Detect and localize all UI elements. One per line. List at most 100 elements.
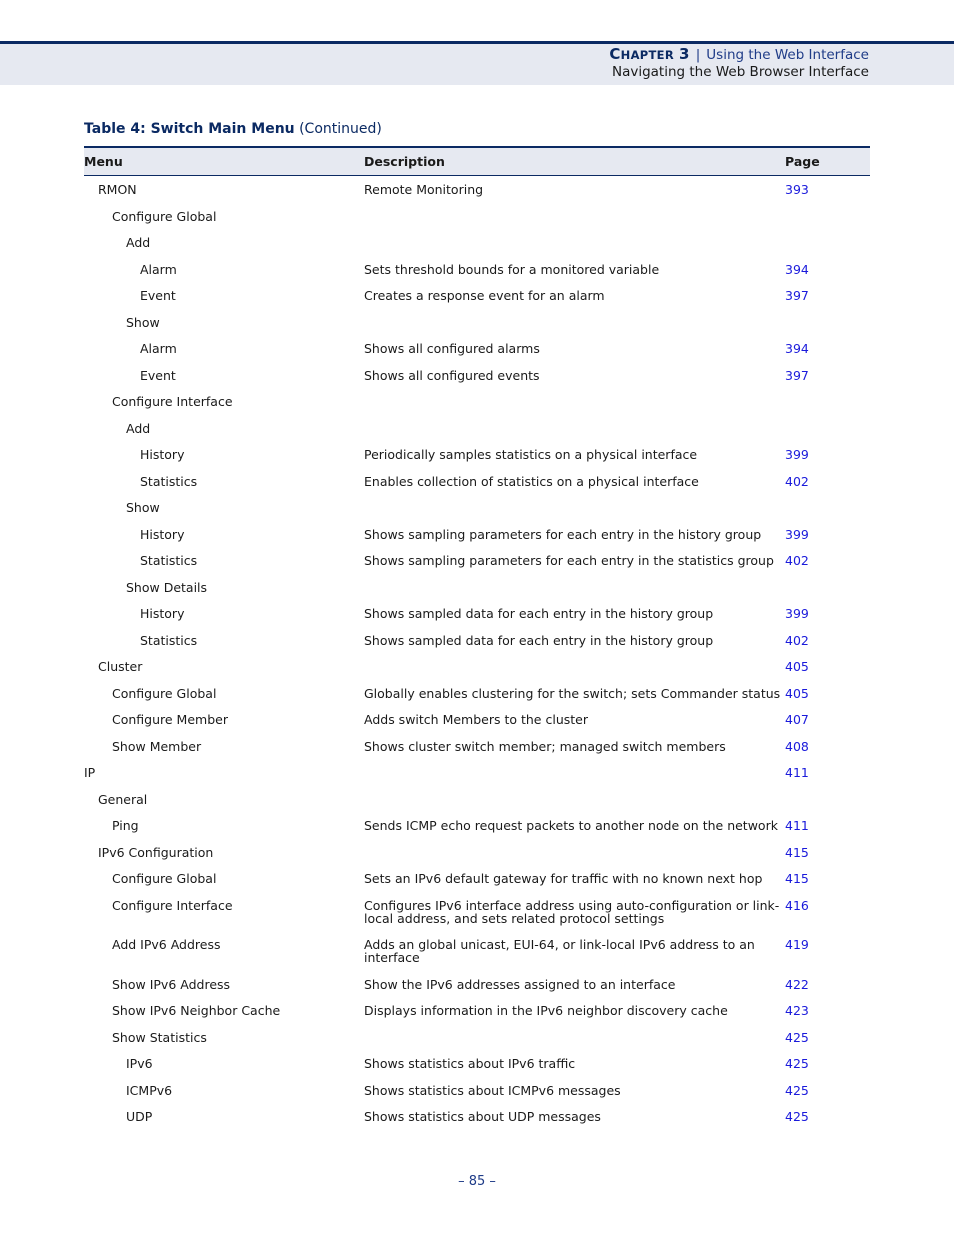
page-link[interactable]: 425: [785, 1083, 809, 1098]
page-link[interactable]: 416: [785, 898, 809, 913]
description-cell: Sends ICMP echo request packets to anoth…: [364, 818, 778, 833]
page-link[interactable]: 402: [785, 553, 809, 568]
menu-cell: History: [140, 447, 185, 462]
description-cell: [364, 203, 785, 230]
description-cell: Show the IPv6 addresses assigned to an i…: [364, 976, 676, 992]
menu-cell: Show IPv6 Neighbor Cache: [112, 1003, 281, 1018]
page-link[interactable]: 394: [785, 341, 809, 356]
table-row: General: [84, 786, 870, 813]
description-cell: Shows statistics about IPv6 traffic: [364, 1056, 576, 1071]
table-row: Configure Global: [84, 203, 870, 230]
page-cell: [785, 415, 870, 442]
page-link[interactable]: 393: [785, 182, 809, 197]
menu-cell: Configure Interface: [112, 897, 233, 913]
menu-cell: IPv6: [126, 1056, 153, 1071]
page-cell: [785, 388, 870, 415]
menu-cell: Statistics: [140, 632, 198, 648]
chapter-label: CHAPTER 3: [609, 45, 690, 63]
page-cell: 425: [785, 1077, 870, 1104]
page-cell: 408: [785, 733, 870, 760]
menu-cell: Alarm: [140, 341, 177, 356]
menu-cell: Add: [126, 235, 151, 250]
column-header-page: Page: [785, 146, 870, 176]
table-row: RMON Remote Monitoring 393: [84, 176, 870, 203]
page-link[interactable]: 419: [785, 937, 809, 952]
description-cell: [364, 574, 785, 601]
page-cell: [785, 494, 870, 521]
chapter-title: Using the Web Interface: [706, 47, 869, 63]
table-row: Add: [84, 229, 870, 256]
table-row: Add: [84, 415, 870, 442]
page-link[interactable]: 411: [785, 765, 809, 780]
menu-cell: Configure Interface: [112, 394, 233, 409]
page-link[interactable]: 405: [785, 659, 809, 674]
description-cell: Sets an IPv6 default gateway for traffic…: [364, 871, 763, 886]
table-row: ICMPv6 Shows statistics about ICMPv6 mess…: [84, 1077, 870, 1104]
description-cell: Remote Monitoring: [364, 182, 484, 197]
table-caption-label: Table 4: Switch Main Menu: [84, 121, 295, 137]
description-cell: [364, 653, 785, 680]
description-cell: [364, 415, 785, 442]
page-link[interactable]: 402: [785, 633, 809, 648]
page-cell: 399: [785, 600, 870, 627]
page-link[interactable]: 405: [785, 686, 809, 701]
table-row: Cluster 405: [84, 653, 870, 680]
page-link[interactable]: 397: [785, 288, 809, 303]
table-row: Show IPv6 Address Show the IPv6 addresses…: [84, 971, 870, 998]
table-row: History Shows sampling parameters for eac…: [84, 521, 870, 548]
table-row: IPv6 Configuration 415: [84, 839, 870, 866]
page-link[interactable]: 399: [785, 447, 809, 462]
menu-cell: UDP: [126, 1109, 153, 1124]
chapter-heading: CHAPTER 3 | Using the Web Interface: [609, 45, 869, 63]
table-row: History Periodically samples statistics o…: [84, 441, 870, 468]
description-cell: [364, 786, 785, 813]
page-link[interactable]: 415: [785, 845, 809, 860]
table-row: Statistics Shows sampled data for each en…: [84, 627, 870, 654]
page-link[interactable]: 425: [785, 1030, 809, 1045]
page-cell: [785, 574, 870, 601]
page-cell: [785, 203, 870, 230]
column-header-description: Description: [364, 146, 785, 176]
menu-cell: Alarm: [140, 261, 177, 277]
page-link[interactable]: 415: [785, 871, 809, 886]
description-cell: [364, 1024, 785, 1051]
description-cell: [364, 388, 785, 415]
page-link[interactable]: 397: [785, 368, 809, 383]
menu-cell: Cluster: [98, 659, 143, 674]
menu-cell: Show Statistics: [112, 1029, 207, 1045]
page-link[interactable]: 425: [785, 1056, 809, 1071]
menu-cell: Show: [126, 500, 160, 515]
description-cell: Shows all configured events: [364, 367, 540, 383]
page-link[interactable]: 422: [785, 977, 809, 992]
page-link[interactable]: 411: [785, 818, 809, 833]
table-row: Alarm Sets threshold bounds for a monitor…: [84, 256, 870, 283]
page-link[interactable]: 394: [785, 262, 809, 277]
description-cell: Adds an global unicast, EUI-64, or link-…: [364, 937, 755, 965]
page-link[interactable]: 408: [785, 739, 809, 754]
description-cell: Shows sampled data for each entry in the…: [364, 606, 714, 621]
page-link[interactable]: 399: [785, 527, 809, 542]
description-cell: Shows cluster switch member; managed swi…: [364, 738, 726, 754]
menu-cell: IP: [84, 765, 96, 780]
table-row: Configure Global Globally enables cluster…: [84, 680, 870, 707]
description-cell: Shows all configured alarms: [364, 341, 540, 356]
page-link[interactable]: 423: [785, 1003, 809, 1018]
menu-cell: Statistics: [140, 553, 198, 568]
description-cell: [364, 229, 785, 256]
page-link[interactable]: 407: [785, 712, 809, 727]
table-row: Statistics Enables collection of statisti…: [84, 468, 870, 495]
section-title: Navigating the Web Browser Interface: [611, 64, 869, 80]
table-row: Show: [84, 494, 870, 521]
page-link[interactable]: 399: [785, 606, 809, 621]
description-cell: Configures IPv6 interface address using …: [364, 897, 780, 926]
page-link[interactable]: 425: [785, 1109, 809, 1124]
page-cell: 405: [785, 680, 870, 707]
page-cell: 425: [785, 1050, 870, 1077]
menu-cell: Event: [140, 367, 176, 383]
menu-cell: Show Details: [126, 579, 208, 595]
table-row: Show: [84, 309, 870, 336]
menu-cell: RMON: [98, 182, 137, 197]
menu-cell: Event: [140, 288, 176, 303]
page-link[interactable]: 402: [785, 474, 809, 489]
description-cell: Globally enables clustering for the swit…: [364, 685, 781, 701]
